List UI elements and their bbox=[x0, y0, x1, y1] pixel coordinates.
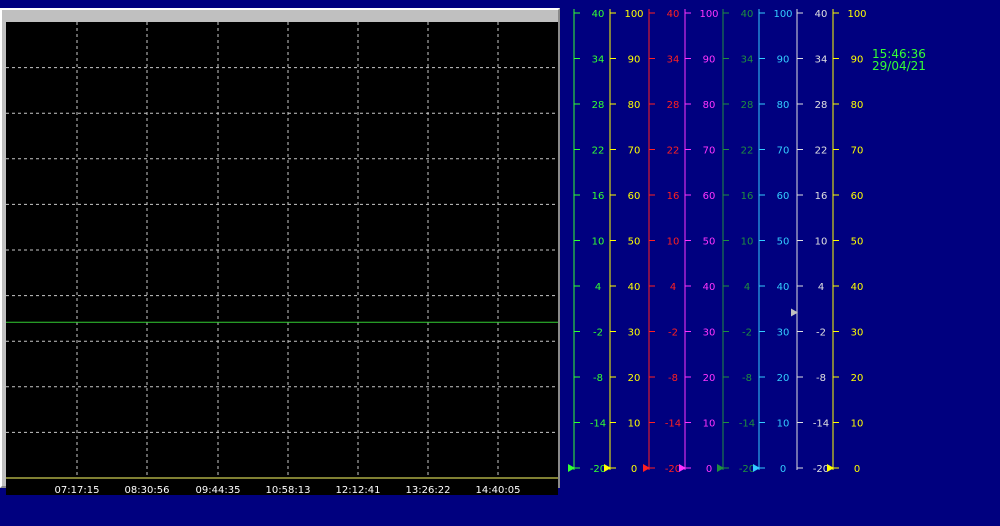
scale-tick-label: 16 bbox=[592, 191, 605, 202]
scale-tick-label: 30 bbox=[703, 328, 716, 339]
scale-tick-label: 50 bbox=[777, 237, 790, 248]
scale-tick-label: 30 bbox=[851, 328, 864, 339]
scale-tick-label: 10 bbox=[777, 419, 790, 430]
scale-tick-label: 100 bbox=[699, 9, 718, 20]
scale-tick-label: -20 bbox=[590, 464, 606, 475]
scale-tick-label: 22 bbox=[667, 146, 680, 157]
scale-tick-label: 30 bbox=[777, 328, 790, 339]
scale-tick-label: 10 bbox=[592, 237, 605, 248]
scale-tick-label: -2 bbox=[668, 328, 678, 339]
scale-tick-label: 28 bbox=[667, 100, 680, 111]
scale-tick-label: 40 bbox=[741, 9, 754, 20]
scale-tick-label: 80 bbox=[628, 100, 641, 111]
scale-tick-label: -14 bbox=[739, 419, 755, 430]
scale-tick-label: 4 bbox=[744, 282, 750, 293]
scale-tick-label: 10 bbox=[815, 237, 828, 248]
scale-tick-label: 20 bbox=[777, 373, 790, 384]
scale-tick-label: 70 bbox=[777, 146, 790, 157]
scale-tick-label: -20 bbox=[813, 464, 829, 475]
scale-tick-label: 34 bbox=[667, 55, 680, 66]
scale-tick-label: 22 bbox=[741, 146, 754, 157]
scale-tick-label: -14 bbox=[665, 419, 681, 430]
scale-tick-label: 0 bbox=[631, 464, 637, 475]
scale-tick-label: 70 bbox=[703, 146, 716, 157]
scale-tick-label: 90 bbox=[628, 55, 641, 66]
scale-tick-label: 90 bbox=[851, 55, 864, 66]
scale-tick-label: -8 bbox=[593, 373, 603, 384]
scale-tick-label: 34 bbox=[741, 55, 754, 66]
scale-tick-label: 10 bbox=[851, 419, 864, 430]
scale-tick-label: -8 bbox=[668, 373, 678, 384]
scales-svg: 4034282216104-2-8-14-2010090807060504030… bbox=[568, 9, 867, 475]
scale-tick-label: 10 bbox=[703, 419, 716, 430]
scale-tick-label: 60 bbox=[851, 191, 864, 202]
scale-tick-label: -2 bbox=[742, 328, 752, 339]
scale-tick-label: 70 bbox=[851, 146, 864, 157]
scale-tick-label: 60 bbox=[628, 191, 641, 202]
scale-tick-label: -8 bbox=[742, 373, 752, 384]
scale-tick-label: 20 bbox=[851, 373, 864, 384]
scale-tick-label: 40 bbox=[667, 9, 680, 20]
scale-tick-label: 50 bbox=[851, 237, 864, 248]
scale-tick-label: 100 bbox=[847, 9, 866, 20]
scale-tick-label: 34 bbox=[592, 55, 605, 66]
scale-tick-label: 50 bbox=[628, 237, 641, 248]
scale-tick-label: -2 bbox=[816, 328, 826, 339]
scale-tick-label: 80 bbox=[777, 100, 790, 111]
scale-tick-label: 28 bbox=[741, 100, 754, 111]
scale-tick-label: 80 bbox=[851, 100, 864, 111]
scale-tick-label: -20 bbox=[739, 464, 755, 475]
scale-tick-label: 0 bbox=[854, 464, 860, 475]
clock-date: 29/04/21 bbox=[872, 59, 926, 73]
scale-tick-label: 4 bbox=[670, 282, 676, 293]
scale-tick-label: 20 bbox=[703, 373, 716, 384]
scale-tick-label: 40 bbox=[851, 282, 864, 293]
scale-tick-label: 30 bbox=[628, 328, 641, 339]
scale-tick-label: 0 bbox=[706, 464, 712, 475]
scale-tick-label: -14 bbox=[813, 419, 829, 430]
scale-tick-label: 16 bbox=[815, 191, 828, 202]
scale-tick-label: 100 bbox=[773, 9, 792, 20]
scale-tick-label: 90 bbox=[703, 55, 716, 66]
scale-tick-label: 60 bbox=[777, 191, 790, 202]
scale-tick-label: 4 bbox=[818, 282, 824, 293]
scale-tick-label: -8 bbox=[816, 373, 826, 384]
scale-tick-label: 40 bbox=[703, 282, 716, 293]
scale-tick-label: 10 bbox=[628, 419, 641, 430]
scale-tick-label: 40 bbox=[628, 282, 641, 293]
scale-tick-label: 50 bbox=[703, 237, 716, 248]
scale-tick-label: 40 bbox=[777, 282, 790, 293]
scale-tick-label: 10 bbox=[667, 237, 680, 248]
scale-tick-label: 28 bbox=[815, 100, 828, 111]
scale-tick-label: 28 bbox=[592, 100, 605, 111]
scale-tick-label: -2 bbox=[593, 328, 603, 339]
scale-tick-label: 16 bbox=[667, 191, 680, 202]
clock-readout: 15:46:36 29/04/21 bbox=[872, 48, 926, 72]
scale-tick-label: 90 bbox=[777, 55, 790, 66]
scale-tick-label: 40 bbox=[592, 9, 605, 20]
scale-tick-label: 4 bbox=[595, 282, 601, 293]
scale-tick-label: 34 bbox=[815, 55, 828, 66]
scale-tick-label: 70 bbox=[628, 146, 641, 157]
scale-tick-label: 60 bbox=[703, 191, 716, 202]
scale-tick-label: 22 bbox=[815, 146, 828, 157]
scale-tick-label: 10 bbox=[741, 237, 754, 248]
scale-tick-label: 22 bbox=[592, 146, 605, 157]
scale-tick-label: 0 bbox=[780, 464, 786, 475]
scale-tick-label: 100 bbox=[624, 9, 643, 20]
scale-tick-label: 20 bbox=[628, 373, 641, 384]
scale-tick-label: -20 bbox=[665, 464, 681, 475]
scale-tick-label: 16 bbox=[741, 191, 754, 202]
scale-tick-label: 40 bbox=[815, 9, 828, 20]
scale-tick-label: 80 bbox=[703, 100, 716, 111]
scale-tick-label: -14 bbox=[590, 419, 606, 430]
